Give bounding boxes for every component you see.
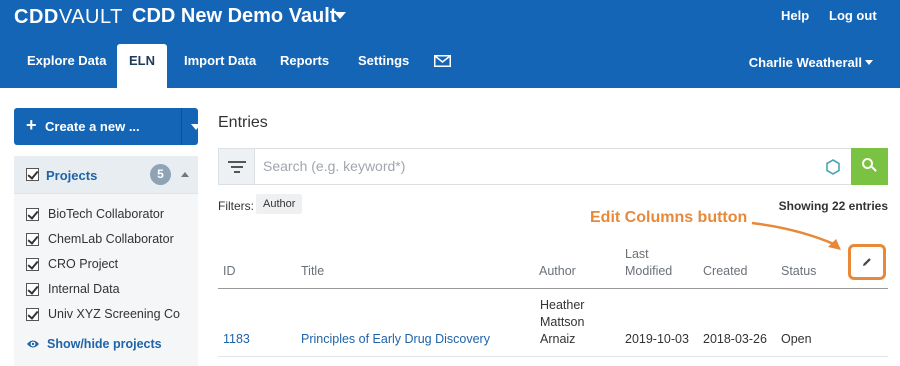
entry-author: Mattson (540, 315, 585, 329)
entry-status: Open (781, 332, 812, 346)
project-checkbox[interactable] (26, 258, 39, 271)
entry-title-link[interactable]: Principles of Early Drug Discovery (301, 332, 490, 346)
entry-created: 2018-03-26 (703, 332, 767, 346)
logout-link[interactable]: Log out (829, 8, 877, 23)
entry-id-link[interactable]: 1183 (223, 332, 250, 346)
help-link[interactable]: Help (781, 8, 809, 23)
projects-header[interactable]: Projects 5 (14, 156, 198, 194)
search-icon-handle (871, 166, 877, 172)
project-item[interactable]: Univ XYZ Screening Co (14, 304, 198, 329)
filter-icon-line (234, 171, 240, 173)
annotation-arrow (751, 221, 841, 250)
tab-eln[interactable]: ELN (117, 44, 167, 88)
tab-explore-data[interactable]: Explore Data (17, 44, 116, 88)
eye-icon[interactable] (26, 338, 40, 350)
top-header: CDDVAULT CDD New Demo Vault Help Log out… (0, 0, 900, 88)
entry-author: Arnaiz (540, 332, 576, 346)
column-header-created[interactable]: Created (703, 264, 747, 278)
project-label: CRO Project (48, 257, 119, 271)
column-header-modified[interactable]: Modified (625, 264, 672, 278)
chevron-down-icon[interactable] (865, 60, 873, 65)
column-header-status[interactable]: Status (781, 264, 816, 278)
column-header-last[interactable]: Last (625, 247, 649, 261)
column-header-title[interactable]: Title (301, 264, 324, 278)
projects-title: Projects (46, 168, 98, 183)
projects-checkbox[interactable] (26, 168, 39, 181)
create-new-label: Create a new ... (45, 119, 140, 134)
envelope-icon[interactable] (434, 55, 451, 67)
search-bar (218, 148, 888, 185)
entry-author: Heather (540, 298, 585, 312)
structure-search-icon[interactable] (825, 159, 841, 175)
entries-count: Showing 22 entries (778, 199, 888, 213)
project-item[interactable]: BioTech Collaborator (14, 204, 198, 229)
filter-icon-line (231, 166, 243, 168)
project-label: BioTech Collaborator (48, 207, 165, 221)
search-input[interactable] (263, 158, 823, 174)
filter-chip-author[interactable]: Author (256, 194, 303, 214)
project-label: Univ XYZ Screening Co (48, 307, 181, 321)
vault-name[interactable]: CDD New Demo Vault (132, 5, 336, 28)
project-label: Internal Data (48, 282, 120, 296)
show-hide-projects-link[interactable]: Show/hide projects (47, 337, 162, 351)
tab-settings[interactable]: Settings (348, 44, 419, 88)
plus-icon: + (26, 115, 37, 135)
tab-import-data[interactable]: Import Data (174, 44, 266, 88)
cdd-vault-logo[interactable]: CDDVAULT (14, 6, 123, 29)
filter-button[interactable] (219, 149, 255, 184)
project-checkbox[interactable] (26, 208, 39, 221)
projects-count-badge: 5 (150, 164, 171, 185)
annotation-label: Edit Columns button (590, 209, 748, 226)
project-checkbox[interactable] (26, 233, 39, 246)
column-header-id[interactable]: ID (223, 264, 236, 278)
project-label: ChemLab Collaborator (48, 232, 174, 246)
project-checkbox[interactable] (26, 308, 39, 321)
page-title: Entries (218, 114, 268, 131)
filter-icon (228, 161, 246, 163)
user-menu[interactable]: Charlie Weatherall (749, 55, 862, 70)
create-new-button[interactable]: + Create a new ... (14, 108, 201, 145)
project-item[interactable]: Internal Data (14, 279, 198, 304)
chevron-down-icon[interactable] (334, 12, 346, 19)
project-item[interactable]: ChemLab Collaborator (14, 229, 198, 254)
table-header-divider (218, 288, 888, 289)
filters-label: Filters: (218, 199, 254, 213)
entry-last-modified: 2019-10-03 (625, 332, 689, 346)
column-header-author[interactable]: Author (539, 264, 576, 278)
pencil-icon (863, 258, 871, 266)
table-row-divider (218, 356, 888, 357)
project-item[interactable]: CRO Project (14, 254, 198, 279)
project-checkbox[interactable] (26, 283, 39, 296)
edit-columns-button[interactable] (848, 244, 886, 280)
search-button[interactable] (851, 148, 888, 185)
chevron-up-icon[interactable] (181, 172, 189, 177)
projects-panel: Projects 5 BioTech Collaborator ChemLab … (14, 156, 198, 366)
tab-reports[interactable]: Reports (270, 44, 339, 88)
divider (181, 108, 182, 145)
chevron-down-icon[interactable] (191, 124, 201, 130)
